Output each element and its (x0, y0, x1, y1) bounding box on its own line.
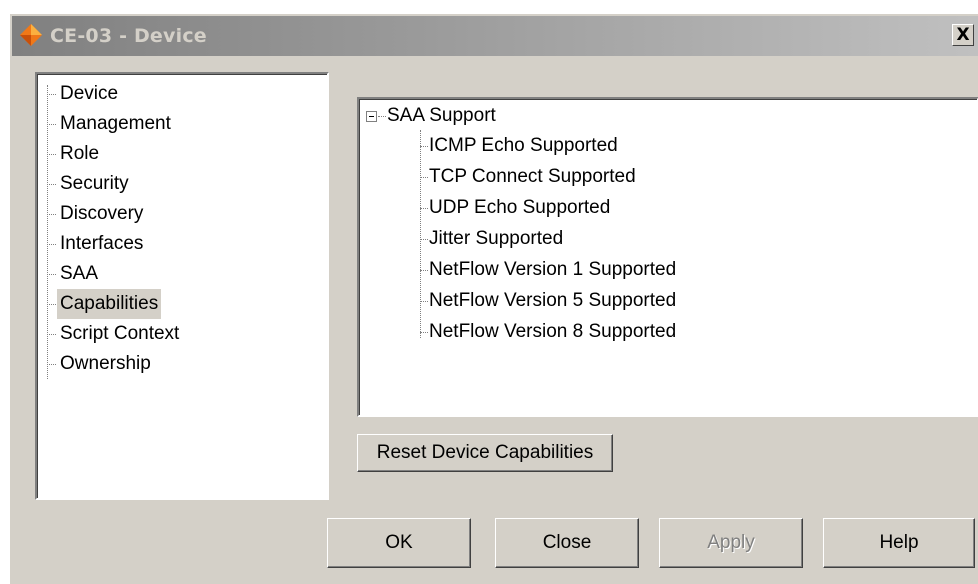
tree-connector (420, 301, 428, 302)
tree-connector (47, 274, 56, 275)
capability-item[interactable]: NetFlow Version 8 Supported (420, 316, 677, 347)
capability-label: UDP Echo Supported (429, 197, 611, 218)
tree-connector (47, 364, 56, 365)
capability-label: NetFlow Version 5 Supported (429, 290, 677, 311)
tree-connector (47, 304, 56, 305)
tree-connector (420, 270, 428, 271)
capability-label: ICMP Echo Supported (429, 135, 618, 156)
nav-item-saa[interactable]: SAA (47, 259, 101, 289)
capability-item[interactable]: NetFlow Version 1 Supported (420, 254, 677, 285)
nav-item-management[interactable]: Management (47, 109, 174, 139)
window-title: CE-03 - Device (50, 25, 207, 47)
nav-item-role[interactable]: Role (47, 139, 102, 169)
tree-connector (47, 334, 56, 335)
nav-item-capabilities[interactable]: Capabilities (47, 289, 162, 319)
capability-item[interactable]: Jitter Supported (420, 223, 564, 254)
nav-item-label: Discovery (60, 203, 144, 224)
close-window-button[interactable]: X (952, 24, 974, 46)
nav-item-interfaces[interactable]: Interfaces (47, 229, 146, 259)
tree-connector (47, 94, 56, 95)
nav-item-script-context[interactable]: Script Context (47, 319, 182, 349)
nav-item-label: Capabilities (57, 289, 162, 319)
navigation-tree[interactable]: Device Management Role Security Discovery Int… (35, 72, 329, 500)
collapse-toggle-icon[interactable] (366, 111, 377, 122)
capability-item[interactable]: ICMP Echo Supported (420, 130, 618, 161)
orange-diamond-icon (20, 24, 42, 46)
tree-connector (420, 208, 428, 209)
capabilities-tree[interactable]: SAA Support ICMP Echo Supported TCP Conne… (357, 97, 978, 417)
capability-label: NetFlow Version 8 Supported (429, 321, 677, 342)
close-icon: X (956, 24, 970, 45)
tree-connector (47, 154, 56, 155)
nav-item-security[interactable]: Security (47, 169, 132, 199)
capability-label: Jitter Supported (429, 228, 564, 249)
device-dialog: CE-03 - Device X Device Management Role Sec… (8, 12, 978, 584)
ok-button[interactable]: OK (327, 518, 471, 568)
tree-root-saa-support[interactable]: SAA Support (387, 102, 496, 130)
nav-item-discovery[interactable]: Discovery (47, 199, 146, 229)
nav-item-label: Ownership (60, 353, 151, 374)
apply-button[interactable]: Apply (659, 518, 803, 568)
tree-connector (47, 214, 56, 215)
capability-item[interactable]: NetFlow Version 5 Supported (420, 285, 677, 316)
help-button[interactable]: Help (823, 518, 975, 568)
tree-connector (420, 332, 428, 333)
title-bar[interactable]: CE-03 - Device X (12, 16, 978, 56)
tree-connector (47, 124, 56, 125)
nav-item-label: Management (60, 113, 171, 134)
capability-item[interactable]: TCP Connect Supported (420, 161, 636, 192)
tree-connector (47, 184, 56, 185)
capability-label: TCP Connect Supported (429, 166, 636, 187)
reset-device-capabilities-button[interactable]: Reset Device Capabilities (357, 434, 613, 472)
nav-item-label: Role (60, 143, 100, 164)
tree-connector (420, 239, 428, 240)
nav-item-device[interactable]: Device (47, 79, 121, 109)
nav-item-ownership[interactable]: Ownership (47, 349, 154, 379)
nav-item-label: Device (60, 83, 119, 104)
tree-connector (47, 244, 56, 245)
capability-item[interactable]: UDP Echo Supported (420, 192, 611, 223)
tree-guide-line (420, 130, 421, 338)
close-button[interactable]: Close (495, 518, 639, 568)
tree-connector (420, 177, 428, 178)
tree-connector (420, 146, 428, 147)
nav-item-label: Script Context (60, 323, 180, 344)
tree-connector (378, 116, 386, 117)
nav-item-label: SAA (60, 263, 99, 284)
nav-item-label: Interfaces (60, 233, 144, 254)
capability-label: NetFlow Version 1 Supported (429, 259, 677, 280)
nav-item-label: Security (60, 173, 129, 194)
